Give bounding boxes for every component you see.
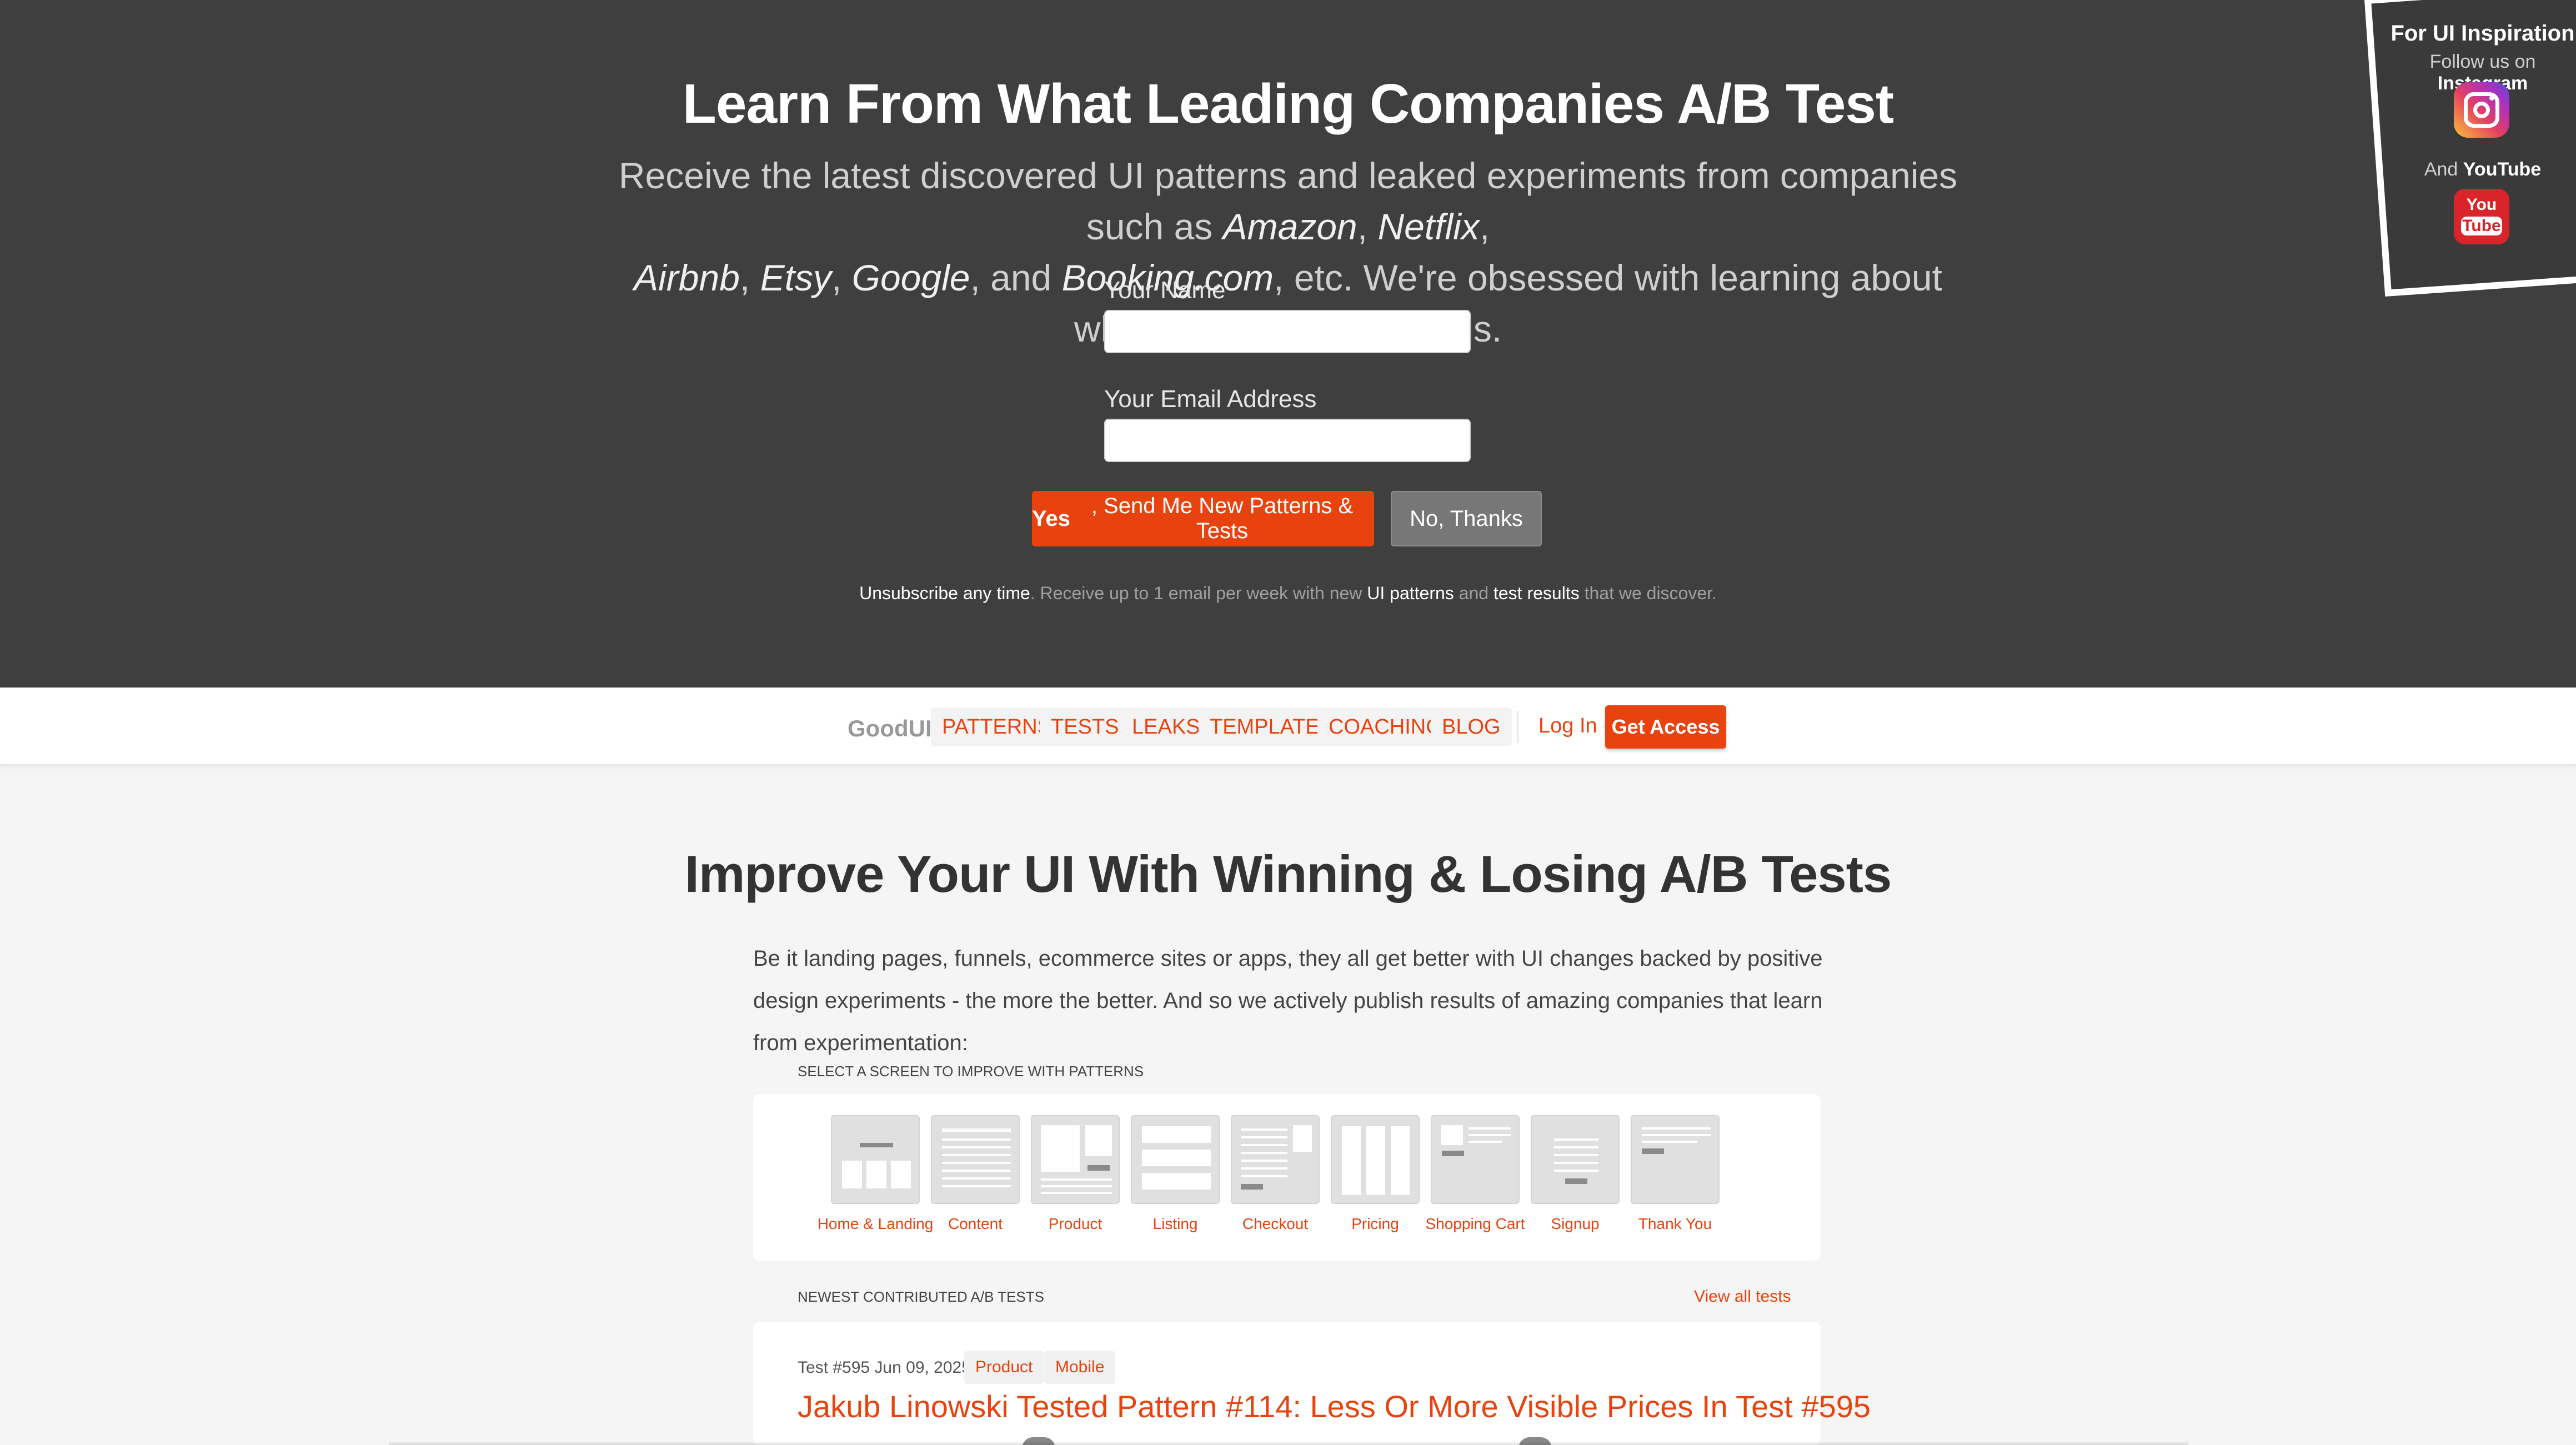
- subscribe-button-bold: Yes: [1032, 506, 1070, 531]
- tests-caption: NEWEST CONTRIBUTED A/B TESTS: [798, 1288, 1044, 1305]
- fine-print-text: . Receive up to 1 email per week with ne…: [1030, 583, 1367, 603]
- social-title: For UI Inspiration: [2390, 21, 2575, 46]
- name-input[interactable]: [1104, 310, 1471, 353]
- email-input[interactable]: [1104, 419, 1471, 462]
- company-airbnb: Airbnb: [634, 257, 740, 298]
- subscribe-button[interactable]: Yes , Send Me New Patterns & Tests: [1032, 491, 1374, 546]
- follow-youtube-text: And YouTube: [2388, 159, 2576, 180]
- youtube-icon-text: You: [2466, 195, 2497, 214]
- goodui-logo[interactable]: GoodUI: [848, 715, 932, 742]
- home-landing-thumbnail: [831, 1115, 920, 1204]
- separator: ,: [1357, 206, 1378, 247]
- separator: , and: [970, 257, 1062, 298]
- listing-thumbnail: [1131, 1115, 1220, 1204]
- thank-you-thumbnail: [1631, 1115, 1720, 1204]
- test-card[interactable]: [753, 1322, 1821, 1445]
- get-access-button[interactable]: Get Access: [1605, 705, 1726, 749]
- page-title: Improve Your UI With Winning & Losing A/…: [684, 845, 1892, 903]
- follow-text: Follow us on: [2429, 51, 2536, 72]
- company-google: Google: [851, 257, 970, 298]
- screen-label: Thank You: [1638, 1215, 1712, 1232]
- screen-thank-you[interactable]: Thank You: [1631, 1115, 1720, 1233]
- bottom-shadow: [389, 1442, 2188, 1445]
- content-thumbnail: [931, 1115, 1020, 1204]
- nav-divider: [1517, 711, 1518, 743]
- signup-thumbnail: [1531, 1115, 1620, 1204]
- decline-button[interactable]: No, Thanks: [1391, 491, 1542, 546]
- tag-mobile[interactable]: Mobile: [1044, 1351, 1116, 1384]
- pricing-thumbnail: [1331, 1115, 1420, 1204]
- company-etsy: Etsy: [760, 257, 831, 298]
- test-meta: Test #595 Jun 09, 2025: [798, 1358, 971, 1377]
- screen-shopping-cart[interactable]: Shopping Cart: [1425, 1115, 1525, 1233]
- name-label: Your Name: [1104, 277, 1226, 304]
- nav-item-blog[interactable]: BLOG: [1431, 708, 1512, 746]
- test-results-text: test results: [1493, 583, 1580, 603]
- screen-home-landing[interactable]: Home & Landing: [818, 1115, 933, 1233]
- screen-checkout[interactable]: Checkout: [1231, 1115, 1320, 1233]
- product-thumbnail: [1031, 1115, 1120, 1204]
- view-all-tests-link[interactable]: View all tests: [1694, 1287, 1791, 1306]
- instagram-icon[interactable]: [2454, 82, 2509, 138]
- unsubscribe-note: Unsubscribe any time: [859, 583, 1030, 603]
- checkout-thumbnail: [1231, 1115, 1320, 1204]
- ui-patterns-text: UI patterns: [1367, 583, 1454, 603]
- youtube-label[interactable]: YouTube: [2463, 159, 2541, 180]
- fine-print: Unsubscribe any time. Receive up to 1 em…: [0, 583, 2576, 604]
- separator: ,: [739, 257, 760, 298]
- screen-signup[interactable]: Signup: [1531, 1115, 1620, 1233]
- screens-caption: SELECT A SCREEN TO IMPROVE WITH PATTERNS: [798, 1063, 1144, 1080]
- separator: ,: [831, 257, 852, 298]
- hero-title: Learn From What Leading Companies A/B Te…: [682, 73, 1894, 135]
- screen-pricing[interactable]: Pricing: [1331, 1115, 1420, 1233]
- nav-item-leaks[interactable]: LEAKS: [1121, 708, 1211, 746]
- screen-content[interactable]: Content: [931, 1115, 1020, 1233]
- screen-listing[interactable]: Listing: [1131, 1115, 1220, 1233]
- login-link[interactable]: Log In: [1538, 714, 1597, 738]
- company-amazon: Amazon: [1222, 206, 1357, 247]
- page-description: Be it landing pages, funnels, ecommerce …: [753, 946, 1823, 1055]
- tag-product[interactable]: Product: [964, 1351, 1044, 1384]
- screen-product[interactable]: Product: [1031, 1115, 1120, 1233]
- nav-item-tests[interactable]: TESTS: [1040, 708, 1130, 746]
- youtube-icon-text: Tube: [2461, 217, 2502, 235]
- test-title-link[interactable]: Jakub Linowski Tested Pattern #114: Less…: [798, 1388, 1871, 1424]
- company-netflix: Netflix: [1377, 206, 1480, 247]
- and-text: And: [2424, 159, 2463, 180]
- fine-print-text: and: [1454, 583, 1494, 603]
- email-label: Your Email Address: [1104, 385, 1317, 413]
- shopping-cart-thumbnail: [1431, 1115, 1520, 1204]
- fine-print-text: that we discover.: [1579, 583, 1717, 603]
- separator: ,: [1479, 206, 1490, 247]
- youtube-icon[interactable]: You Tube: [2454, 189, 2509, 244]
- subscribe-button-label: , Send Me New Patterns & Tests: [1091, 494, 1354, 543]
